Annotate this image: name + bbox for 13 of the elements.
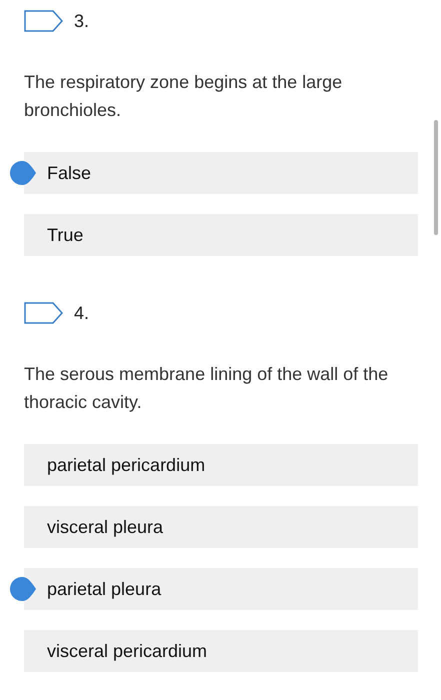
question-text: The respiratory zone begins at the large bronchioles.: [24, 71, 344, 122]
answer-option[interactable]: parietal pleura: [24, 568, 418, 610]
scrollbar[interactable]: [434, 120, 438, 235]
answer-option[interactable]: visceral pericardium: [24, 630, 418, 672]
answer-option[interactable]: visceral pleura: [24, 506, 418, 548]
question-number: 4.: [74, 302, 90, 324]
question-text: The serous membrane lining of the wall of the thoracic cavity.: [24, 363, 390, 414]
flag-icon[interactable]: [24, 302, 63, 324]
answer-option[interactable]: parietal pericardium: [24, 444, 418, 486]
flag-icon[interactable]: [24, 10, 63, 32]
answer-option[interactable]: False: [24, 152, 418, 194]
question-number: 3.: [74, 10, 90, 32]
answer-option[interactable]: True: [24, 214, 418, 256]
